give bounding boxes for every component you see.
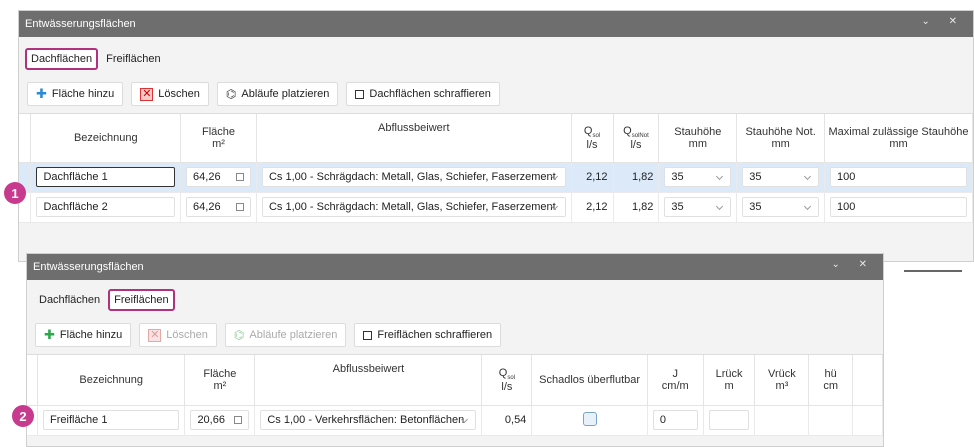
add-area-label: Fläche hinzu xyxy=(51,88,115,100)
col-header-area: Fläche m² xyxy=(180,114,257,163)
area-checkbox[interactable] xyxy=(235,173,244,181)
col-header-hue: hü cm xyxy=(808,355,854,406)
tab-bar: Dachflächen Freiflächen xyxy=(27,288,883,312)
add-area-label: Fläche hinzu xyxy=(59,329,123,341)
toolbar: ✚ Fläche hinzu Löschen ⌬ Abläufe platzie… xyxy=(19,77,973,111)
qsol-value: 0,54 xyxy=(481,405,533,436)
maxstau-field[interactable]: 100 xyxy=(829,167,967,187)
place-drains-button[interactable]: ⌬ Abläufe platzieren xyxy=(224,323,347,347)
window-title: Entwässerungsflächen xyxy=(33,261,144,273)
delete-icon xyxy=(140,87,154,101)
add-area-button[interactable]: ✚ Fläche hinzu xyxy=(35,323,132,347)
col-header-coef: Abflussbeiwert xyxy=(254,355,483,406)
hatch-roof-button[interactable]: Dachflächen schraffieren xyxy=(346,82,500,106)
delete-button[interactable]: Löschen xyxy=(139,323,217,347)
staunot-select[interactable]: 35 xyxy=(742,197,819,217)
hatch-roof-label: Dachflächen schraffieren xyxy=(369,88,491,100)
divider-line xyxy=(904,270,962,272)
place-drains-button[interactable]: ⌬ Abläufe platzieren xyxy=(216,82,339,106)
window-controls[interactable]: ⌄ ✕ xyxy=(831,259,875,270)
square-icon xyxy=(355,89,365,99)
name-field[interactable]: Dachfläche 2 xyxy=(36,197,176,217)
area-field[interactable]: 20,66 xyxy=(190,410,250,430)
col-header-qsolnot: QsolNot l/s xyxy=(613,114,660,163)
step-badge-2: 2 xyxy=(12,405,34,427)
window-titlebar: Entwässerungsflächen ⌄ ✕ xyxy=(19,11,973,37)
col-header-staunot: Stauhöhe Not. mm xyxy=(736,114,825,163)
step-badge-1: 1 xyxy=(4,182,26,204)
hatch-open-button[interactable]: Freiflächen schraffieren xyxy=(354,323,502,347)
coef-select[interactable]: Cs 1,00 - Schrägdach: Metall, Glas, Schi… xyxy=(261,167,566,187)
tab-roof-areas[interactable]: Dachflächen xyxy=(25,48,99,70)
drainage-window-open: Entwässerungsflächen ⌄ ✕ Dachflächen Fre… xyxy=(26,253,884,447)
staunot-select[interactable]: 35 xyxy=(742,167,819,187)
qsolnot-value: 1,82 xyxy=(613,162,660,193)
window-controls[interactable]: ⌄ ✕ xyxy=(921,16,965,27)
tab-bar: Dachflächen Freiflächen xyxy=(19,47,973,71)
delete-label: Löschen xyxy=(166,329,208,341)
area-field[interactable]: 64,26 xyxy=(186,167,251,187)
window-titlebar: Entwässerungsflächen ⌄ ✕ xyxy=(27,254,883,280)
col-header-vrueck: Vrück m³ xyxy=(754,355,810,406)
hatch-open-label: Freiflächen schraffieren xyxy=(377,329,493,341)
toolbar: ✚ Fläche hinzu Löschen ⌬ Abläufe platzie… xyxy=(27,318,883,352)
name-field[interactable]: Dachfläche 1 xyxy=(36,167,176,187)
delete-label: Löschen xyxy=(158,88,200,100)
col-header-schadlos: Schadlos überflutbar xyxy=(531,355,648,406)
col-header-qsol: Qsol l/s xyxy=(481,355,533,406)
j-field[interactable]: 0 xyxy=(652,410,698,430)
col-header-area: Fläche m² xyxy=(184,355,256,406)
tab-open-areas[interactable]: Freiflächen xyxy=(108,289,175,311)
col-header-stau: Stauhöhe mm xyxy=(658,114,738,163)
drain-icon: ⌬ xyxy=(233,328,245,342)
add-area-button[interactable]: ✚ Fläche hinzu xyxy=(27,82,124,106)
open-areas-table: Bezeichnung Fläche m² Abflussbeiwert Qsol… xyxy=(27,354,883,436)
roof-areas-table: Bezeichnung Fläche m² Abflussbeiwert Qsol… xyxy=(19,113,973,223)
area-checkbox[interactable] xyxy=(234,416,243,424)
col-header-name: Bezeichnung xyxy=(30,114,182,163)
table-row[interactable]: Dachfläche 1 64,26 Cs 1,00 - Schrägdach:… xyxy=(19,162,973,193)
col-header-lrueck: Lrück m xyxy=(703,355,756,406)
drainage-window-roof: Entwässerungsflächen ⌄ ✕ Dachflächen Fre… xyxy=(18,10,974,262)
coef-select[interactable]: Cs 1,00 - Verkehrsflächen: Betonflächen xyxy=(260,410,477,430)
stau-select[interactable]: 35 xyxy=(664,197,732,217)
stau-select[interactable]: 35 xyxy=(664,167,732,187)
delete-button[interactable]: Löschen xyxy=(131,82,209,106)
coef-select[interactable]: Cs 1,00 - Schrägdach: Metall, Glas, Schi… xyxy=(261,197,566,217)
col-header-name: Bezeichnung xyxy=(37,355,186,406)
qsol-value: 2,12 xyxy=(571,162,614,193)
maxstau-field[interactable]: 100 xyxy=(829,197,967,217)
place-drains-label: Abläufe platzieren xyxy=(241,88,330,100)
qsol-value: 2,12 xyxy=(571,192,614,223)
schadlos-checkbox[interactable] xyxy=(582,411,597,426)
add-icon: ✚ xyxy=(44,327,55,342)
name-field[interactable]: Freifläche 1 xyxy=(43,410,180,430)
col-header-qsol: Qsol l/s xyxy=(571,114,614,163)
drain-icon: ⌬ xyxy=(225,87,237,101)
col-header-j: Jcm/m xyxy=(647,355,704,406)
add-icon: ✚ xyxy=(36,86,47,101)
table-row[interactable]: Dachfläche 2 64,26 Cs 1,00 - Schrägdach:… xyxy=(19,192,973,223)
place-drains-label: Abläufe platzieren xyxy=(249,329,338,341)
tab-open-areas[interactable]: Freiflächen xyxy=(100,48,166,70)
col-header-maxstau: Maximal zulässige Stauhöhe mm xyxy=(824,114,973,163)
delete-icon xyxy=(148,328,162,342)
area-checkbox[interactable] xyxy=(235,203,244,211)
tab-roof-areas[interactable]: Dachflächen xyxy=(33,289,106,311)
col-header-coef: Abflussbeiwert xyxy=(256,114,572,163)
table-row[interactable]: Freifläche 1 20,66 Cs 1,00 - Verkehrsflä… xyxy=(27,405,883,436)
qsolnot-value: 1,82 xyxy=(613,192,660,223)
window-title: Entwässerungsflächen xyxy=(25,18,136,30)
square-icon xyxy=(363,330,373,340)
area-field[interactable]: 64,26 xyxy=(186,197,251,217)
lrueck-field[interactable] xyxy=(708,410,750,430)
